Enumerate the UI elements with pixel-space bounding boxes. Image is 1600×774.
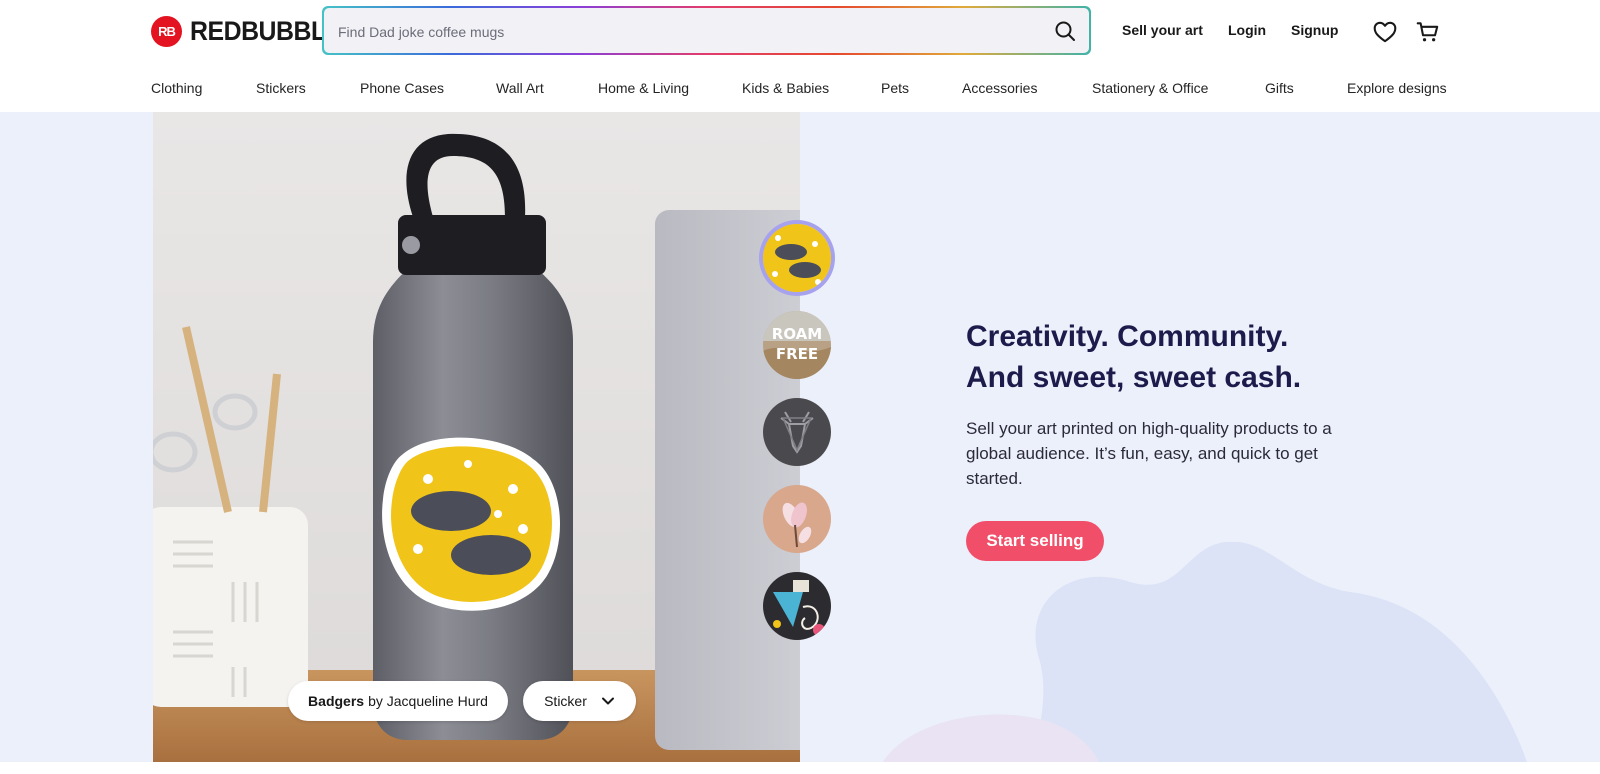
thumbnail-deer[interactable] — [763, 398, 831, 466]
nav-item-home-living[interactable]: Home & Living — [598, 80, 689, 96]
search-input[interactable] — [336, 8, 1020, 55]
nav-item-explore-designs[interactable]: Explore designs — [1347, 80, 1447, 96]
hero-headline-line1: Creativity. Community. — [966, 320, 1289, 353]
hero-section: ROAM FREE Creativity. Community. And swe… — [0, 112, 1600, 762]
svg-text:FREE: FREE — [776, 345, 818, 363]
hero-headline: Creativity. Community. And sweet, sweet … — [966, 316, 1386, 398]
thumbnail-collage[interactable] — [763, 572, 831, 640]
search-icon[interactable] — [1053, 19, 1077, 43]
nav-item-clothing[interactable]: Clothing — [151, 80, 202, 96]
svg-text:ROAM: ROAM — [772, 325, 822, 343]
collage-thumbnail-art — [763, 572, 831, 640]
logo-mark: RB — [151, 15, 182, 47]
thumbnail-magnolia[interactable] — [763, 485, 831, 553]
hero-headline-line2: And sweet, sweet cash. — [966, 361, 1302, 394]
product-select[interactable]: Sticker — [523, 681, 636, 721]
search-bar — [322, 6, 1091, 55]
logo-mark-text: RB — [158, 23, 176, 39]
signup-link[interactable]: Signup — [1291, 22, 1338, 38]
search-bar-inner — [324, 8, 1089, 55]
nav-item-stickers[interactable]: Stickers — [256, 80, 306, 96]
design-title: Badgers — [308, 693, 365, 709]
design-credit-pill[interactable]: Badgers by Jacqueline Hurd — [288, 681, 508, 721]
nav-item-phone-cases[interactable]: Phone Cases — [360, 80, 444, 96]
chevron-down-icon — [601, 697, 614, 705]
heart-icon[interactable] — [1372, 19, 1398, 45]
category-nav: Clothing Stickers Phone Cases Wall Art H… — [0, 80, 1600, 102]
water-bottle-image — [153, 112, 800, 762]
nav-item-gifts[interactable]: Gifts — [1265, 80, 1294, 96]
design-artist: by Jacqueline Hurd — [368, 693, 488, 709]
logo-wordmark: REDBUBBLE — [190, 15, 342, 46]
nav-item-accessories[interactable]: Accessories — [962, 80, 1037, 96]
login-link[interactable]: Login — [1228, 22, 1266, 38]
cart-icon[interactable] — [1415, 19, 1441, 45]
site-header: RB REDBUBBLE Sell your art Login Signup … — [0, 0, 1600, 112]
nav-item-wall-art[interactable]: Wall Art — [496, 80, 544, 96]
roam-free-thumbnail-art: ROAM FREE — [763, 311, 831, 379]
design-thumbnails: ROAM FREE — [763, 224, 831, 762]
sell-your-art-link[interactable]: Sell your art — [1122, 22, 1203, 38]
nav-item-stationery-office[interactable]: Stationery & Office — [1092, 80, 1208, 96]
thumbnail-badgers[interactable] — [763, 224, 831, 292]
hero-product-photo — [153, 112, 800, 762]
nav-item-pets[interactable]: Pets — [881, 80, 909, 96]
decorative-blob-small — [883, 714, 1099, 762]
product-select-value: Sticker — [544, 693, 587, 709]
magnolia-thumbnail-art — [763, 485, 831, 553]
nav-item-kids-babies[interactable]: Kids & Babies — [742, 80, 829, 96]
hero-subtext: Sell your art printed on high-quality pr… — [966, 419, 1332, 488]
badgers-thumbnail-art — [763, 224, 831, 292]
start-selling-button[interactable]: Start selling — [966, 521, 1104, 561]
thumbnail-roam-free[interactable]: ROAM FREE — [763, 311, 831, 379]
deer-thumbnail-art — [763, 398, 831, 466]
